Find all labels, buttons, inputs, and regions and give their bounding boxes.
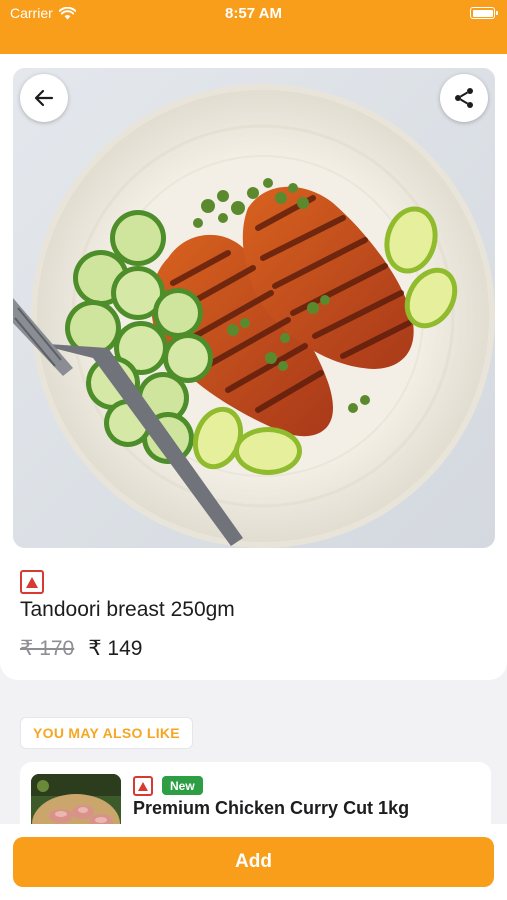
section-heading-you-may-also-like: YOU MAY ALSO LIKE — [20, 717, 193, 749]
product-image — [13, 68, 495, 548]
back-button[interactable] — [20, 74, 68, 122]
add-button[interactable]: Add — [13, 837, 494, 887]
status-bar: Carrier 8:57 AM — [0, 0, 507, 54]
non-veg-mark-icon — [133, 776, 153, 796]
arrow-left-icon — [34, 89, 54, 107]
recommendation-title: Premium Chicken Curry Cut 1kg — [133, 798, 410, 818]
bottom-action-bar: Add — [0, 824, 507, 900]
original-price: ₹ 170 — [20, 637, 75, 660]
product-card: Tandoori breast 250gm ₹ 170 ₹ 149 — [0, 54, 507, 680]
battery-icon — [470, 7, 498, 19]
product-title: Tandoori breast 250gm — [20, 598, 235, 621]
share-icon — [455, 88, 473, 108]
share-button[interactable] — [440, 74, 488, 122]
current-price: ₹ 149 — [88, 637, 143, 660]
price-row: ₹ 170 ₹ 149 — [20, 636, 142, 661]
status-time: 8:57 AM — [225, 5, 282, 22]
new-badge: New — [162, 776, 203, 795]
non-veg-mark-icon — [20, 570, 44, 594]
